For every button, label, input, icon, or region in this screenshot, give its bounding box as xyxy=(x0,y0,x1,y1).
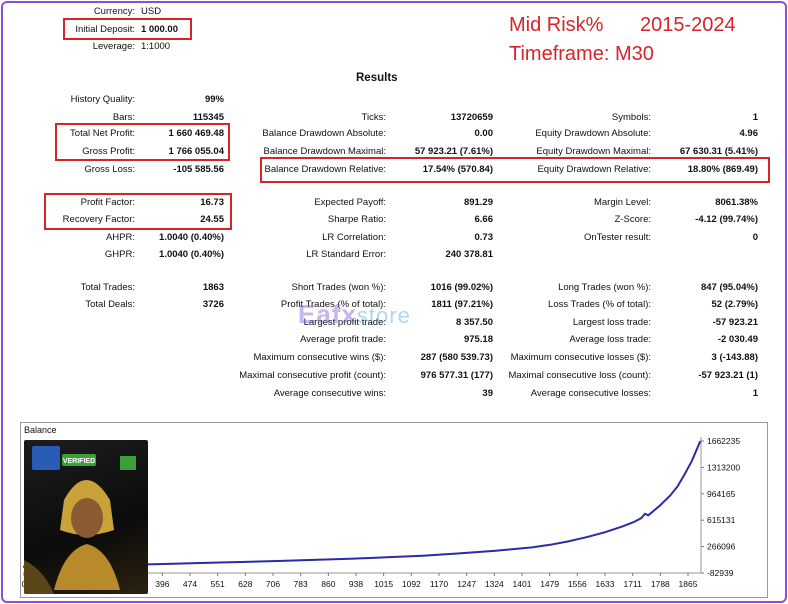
stat-value: 1 xyxy=(752,388,758,399)
x-tick-label: 1556 xyxy=(568,579,587,589)
stat-value: -57 923.21 (1) xyxy=(698,370,758,381)
y-tick-label: 1662235 xyxy=(707,436,740,446)
stat-value: 1 xyxy=(752,112,758,123)
stat-label: Equity Drawdown Maximal: xyxy=(536,146,651,157)
x-tick-label: 1092 xyxy=(402,579,421,589)
stat-label: LR Standard Error: xyxy=(306,249,386,260)
years-title: 2015-2024 xyxy=(640,14,736,36)
stat-label: Maximum consecutive losses ($): xyxy=(510,352,651,363)
stat-label: Average consecutive losses: xyxy=(530,388,651,399)
highlight-profit xyxy=(55,123,230,161)
stat-label: Average loss trade: xyxy=(569,334,651,345)
collar-shape xyxy=(54,544,120,590)
y-tick-label: 266096 xyxy=(707,542,736,552)
highlight-drawdown-relative xyxy=(260,157,770,183)
stat-label: Symbols: xyxy=(611,112,651,123)
x-tick-label: 783 xyxy=(294,579,308,589)
stat-value: 52 (2.79%) xyxy=(711,299,758,310)
stat-value: -105 585.56 xyxy=(173,164,224,175)
stat-label: OnTester result: xyxy=(583,232,651,243)
stat-value: 0 xyxy=(752,232,758,243)
x-tick-label: 396 xyxy=(155,579,169,589)
x-tick-label: 938 xyxy=(349,579,363,589)
stat-value: 1.0040 (0.40%) xyxy=(159,249,224,260)
stat-value: -2 030.49 xyxy=(717,334,758,345)
y-tick-label: 1313200 xyxy=(707,462,740,472)
stat-value: -57 923.21 xyxy=(712,317,758,328)
stat-value: 3 (-143.88) xyxy=(711,352,758,363)
header-info-value: USD xyxy=(141,6,162,17)
stat-value: 4.96 xyxy=(739,128,759,139)
timeframe-title: Timeframe: M30 xyxy=(509,43,654,65)
x-tick-label: 1324 xyxy=(485,579,504,589)
stat-value: 240 378.81 xyxy=(445,249,493,260)
verified-badge-label: VERIFIED xyxy=(63,458,95,465)
stat-value: 3726 xyxy=(202,299,224,310)
results-title: Results xyxy=(356,72,398,84)
product-box-image: VERIFIED xyxy=(24,440,148,594)
stat-label: Maximal consecutive loss (count): xyxy=(508,370,651,381)
risk-title: Mid Risk% xyxy=(509,14,604,36)
y-tick-label: -82939 xyxy=(707,568,734,578)
header-info-label: Leverage: xyxy=(92,41,135,52)
stat-label: Maximum consecutive wins ($): xyxy=(253,352,386,363)
y-tick-label: 964165 xyxy=(707,489,736,499)
stat-label: Balance Drawdown Absolute: xyxy=(262,128,386,139)
stat-value: 99% xyxy=(204,94,224,105)
highlight-initial-deposit xyxy=(63,18,192,40)
x-tick-label: 551 xyxy=(211,579,225,589)
stat-value: 67 630.31 (5.41%) xyxy=(679,146,758,157)
stat-label: LR Correlation: xyxy=(322,232,386,243)
stat-label: Ticks: xyxy=(361,112,386,123)
stat-label: Margin Level: xyxy=(593,197,651,208)
x-tick-label: 860 xyxy=(321,579,335,589)
y-tick-label: 615131 xyxy=(707,515,736,525)
watermark-logo: Eafxstore xyxy=(298,299,411,329)
stat-label: Average profit trade: xyxy=(300,334,386,345)
face-shape xyxy=(71,498,103,538)
header-info-label: Currency: xyxy=(93,6,135,17)
stat-label: Balance Drawdown Maximal: xyxy=(263,146,387,157)
stat-label: Loss Trades (% of total): xyxy=(548,299,651,310)
stat-value: 1863 xyxy=(202,282,224,293)
header-info-value: 1:1000 xyxy=(141,41,171,52)
x-tick-label: 1711 xyxy=(624,579,643,589)
x-tick-label: 1479 xyxy=(540,579,559,589)
stat-label: Largest loss trade: xyxy=(572,317,651,328)
stat-label: Z-Score: xyxy=(614,214,651,225)
stat-value: 8061.38% xyxy=(715,197,758,208)
stat-label: Expected Payoff: xyxy=(314,197,386,208)
pharaoh-illustration: VERIFIED xyxy=(24,446,136,594)
x-tick-label: 474 xyxy=(183,579,197,589)
x-tick-label: 1633 xyxy=(596,579,615,589)
x-tick-label: 1015 xyxy=(374,579,393,589)
x-tick-label: 628 xyxy=(238,579,252,589)
x-tick-label: 1170 xyxy=(430,579,449,589)
stat-label: Average consecutive wins: xyxy=(273,388,386,399)
stat-value: 847 (95.04%) xyxy=(700,282,758,293)
x-tick-label: 1401 xyxy=(513,579,532,589)
x-tick-label: 706 xyxy=(266,579,280,589)
highlight-factors xyxy=(44,193,232,230)
x-tick-label: 1865 xyxy=(679,579,698,589)
x-tick-label: 1247 xyxy=(457,579,476,589)
stat-value: -4.12 (99.74%) xyxy=(695,214,758,225)
stat-label: Long Trades (won %): xyxy=(558,282,651,293)
x-tick-label: 1788 xyxy=(651,579,670,589)
stat-value: 115345 xyxy=(192,112,224,123)
stat-label: Maximal consecutive profit (count): xyxy=(239,370,386,381)
stat-label: Equity Drawdown Absolute: xyxy=(535,128,651,139)
stat-value: 1.0040 (0.40%) xyxy=(159,232,224,243)
logo-badge-icon xyxy=(32,446,60,470)
stat-label: Short Trades (won %): xyxy=(291,282,386,293)
small-badge-icon xyxy=(120,456,136,470)
chart-title: Balance xyxy=(24,425,57,435)
stat-label: Sharpe Ratio: xyxy=(327,214,386,225)
